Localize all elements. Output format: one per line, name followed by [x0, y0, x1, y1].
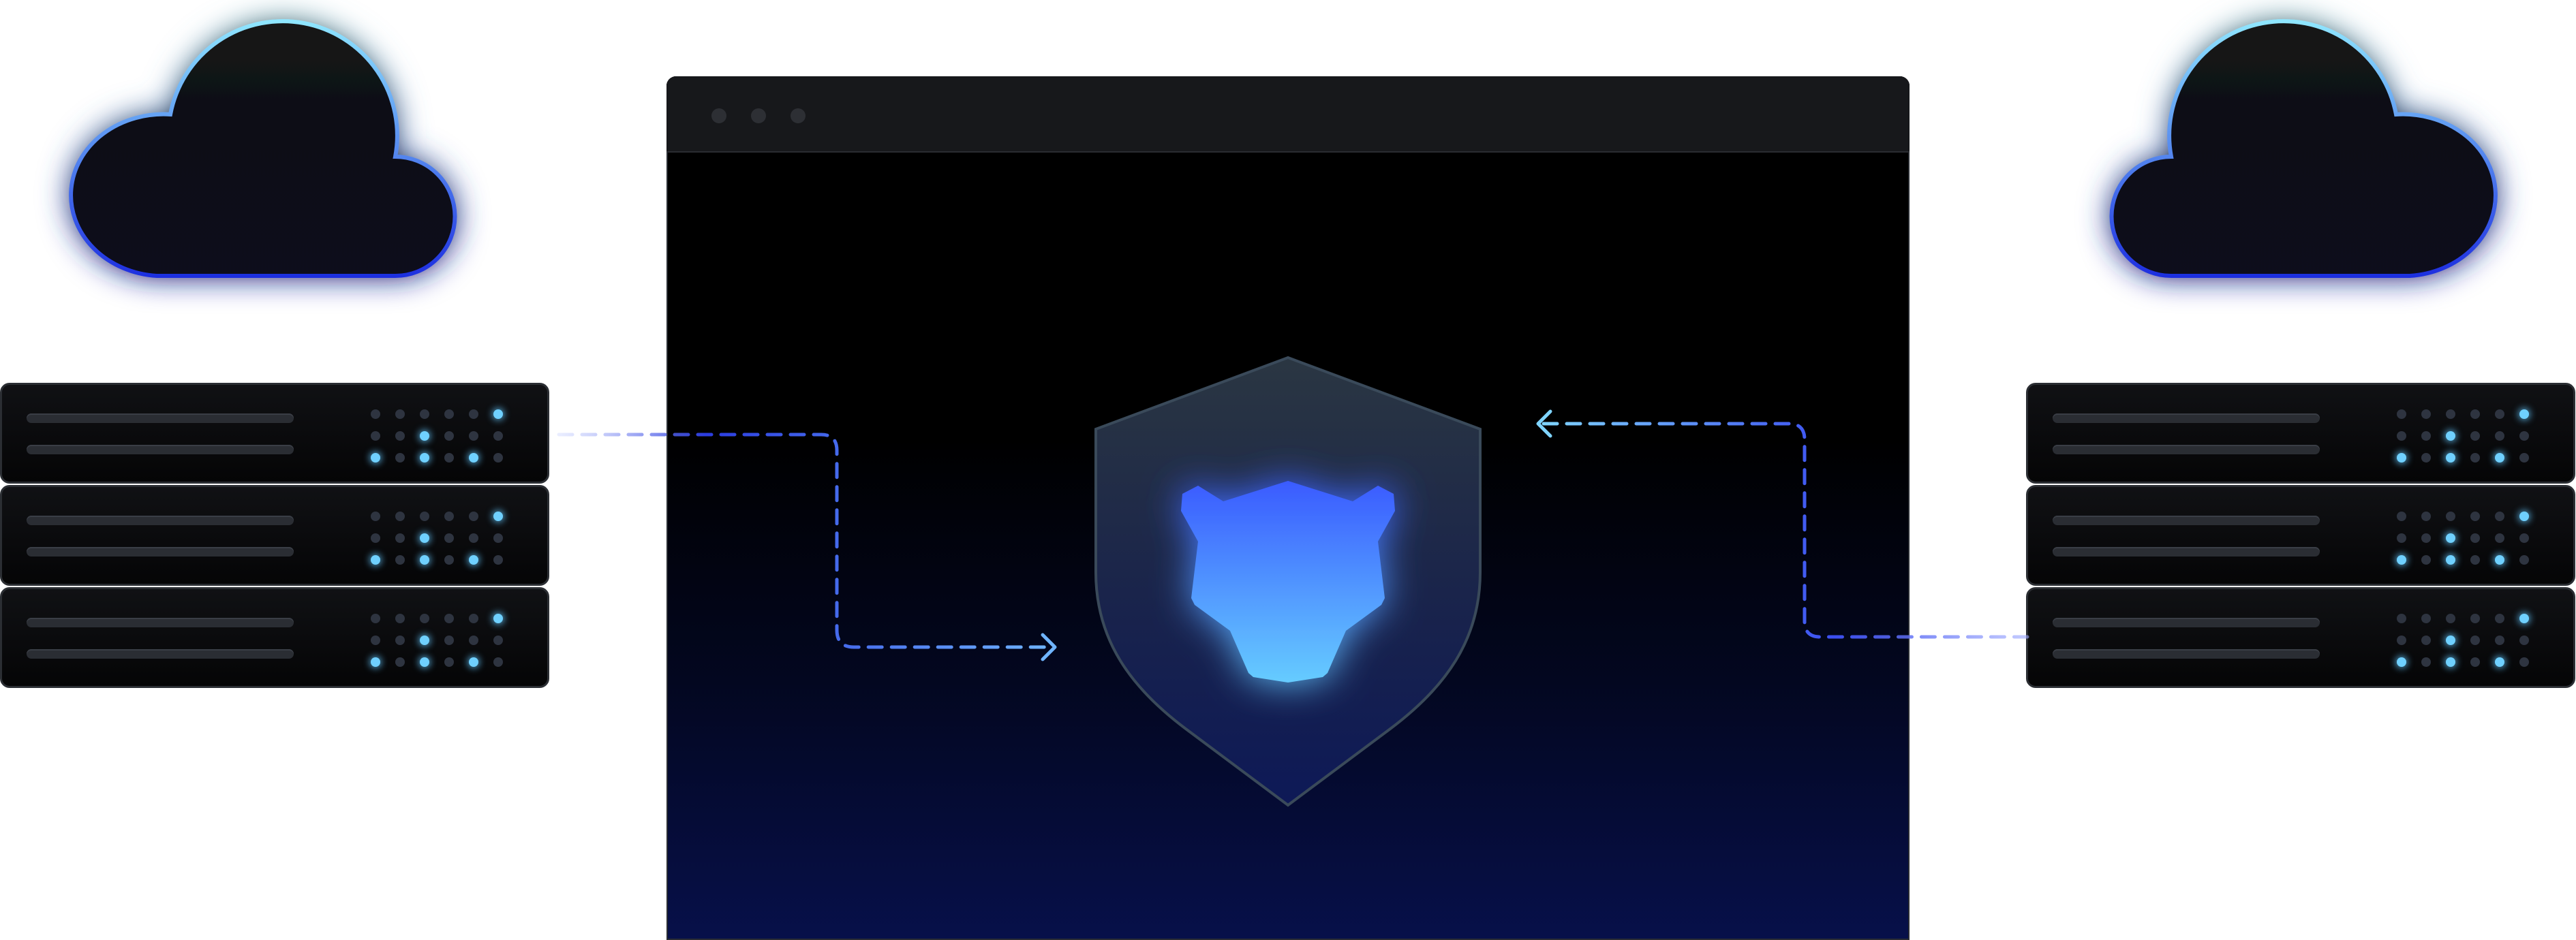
right-data-flow — [1536, 409, 2029, 639]
right-server-to-shield-path — [1542, 422, 2029, 639]
